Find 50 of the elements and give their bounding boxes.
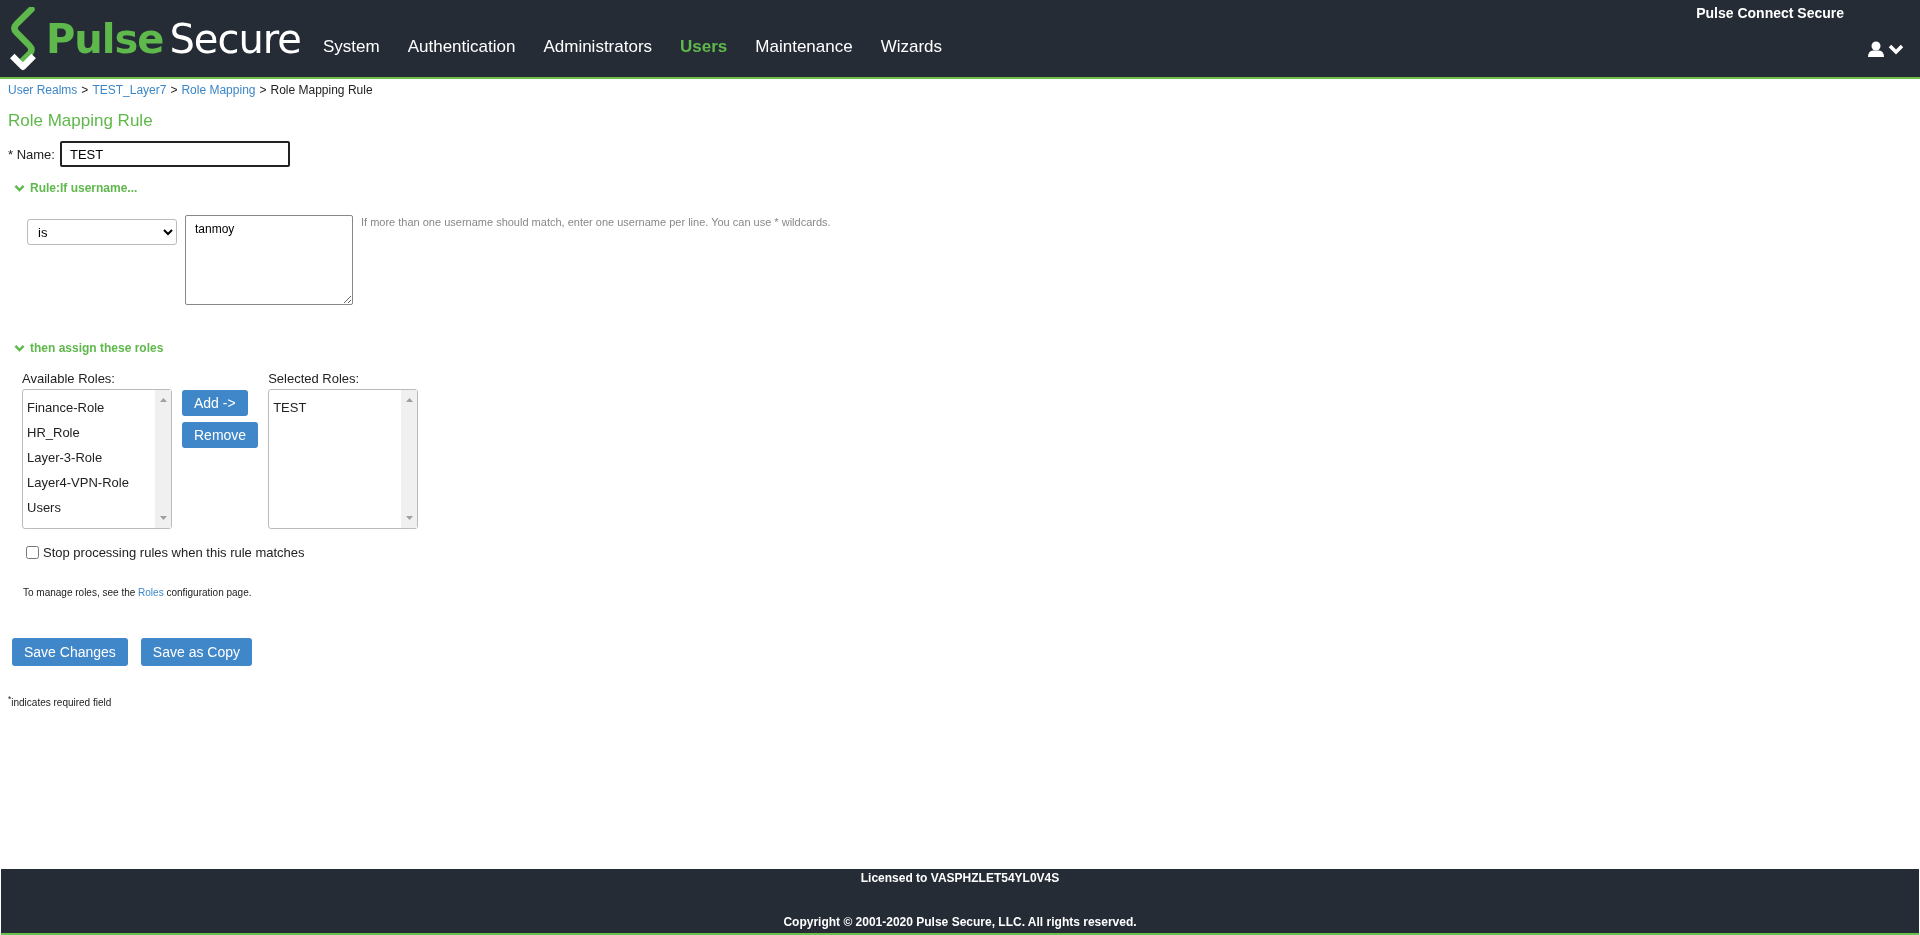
move-button[interactable]: Remove: [182, 422, 259, 448]
role-list[interactable]: TEST: [268, 389, 419, 529]
copyright-text: Copyright © 2001-2020 Pulse Secure, LLC. All rights reserved.: [783, 915, 1137, 929]
nav-tab[interactable]: Wizards: [880, 36, 943, 57]
hint-text: If more than one username should match, enter one username per line. You can use * wildcards.: [361, 216, 831, 228]
scroll-up-icon[interactable]: [158, 396, 168, 404]
field-label: * Name:: [8, 146, 55, 162]
scrollbar[interactable]: [401, 390, 418, 528]
name-field[interactable]: TEST: [59, 141, 290, 167]
page-title: Role Mapping Rule: [8, 111, 154, 131]
role-list[interactable]: Finance-Role HR_Role Layer-3-Role Layer4-VPN-Role Users: [22, 389, 172, 529]
scrollbar[interactable]: [155, 390, 171, 528]
breadcrumb-separator: >: [170, 83, 178, 97]
username-field[interactable]: tanmoy: [185, 215, 353, 305]
list-item[interactable]: Layer4-VPN-Role: [27, 470, 151, 495]
nav-tab[interactable]: Administrators: [543, 36, 653, 57]
scroll-down-icon[interactable]: [404, 514, 414, 522]
scroll-down-icon[interactable]: [158, 514, 168, 522]
list-item[interactable]: Layer-3-Role: [27, 445, 151, 470]
list-item[interactable]: TEST: [273, 395, 398, 420]
breadcrumb-current: Role Mapping Rule: [270, 83, 373, 97]
product-name: Pulse Connect Secure: [1696, 5, 1844, 21]
breadcrumb-separator: >: [81, 83, 89, 97]
nav-tab[interactable]: Authentication: [407, 36, 516, 57]
manage-note: To manage roles, see the Roles configuration page.: [23, 587, 253, 598]
nav-tab[interactable]: System: [323, 36, 380, 57]
nav-tab[interactable]: Users: [680, 36, 728, 57]
license-text: Licensed to VASPHZLET54YL0V4S: [860, 871, 1060, 885]
chevron-down-icon[interactable]: [1888, 42, 1904, 56]
list-label: Selected Roles:: [268, 371, 361, 386]
breadcrumb-link[interactable]: User Realms: [8, 83, 78, 97]
operator-dropdown[interactable]: is: [27, 219, 177, 245]
action-button[interactable]: Save Changes: [12, 638, 128, 666]
list-label: Available Roles:: [22, 371, 116, 386]
checkbox[interactable]: [26, 546, 39, 559]
user-icon[interactable]: [1868, 41, 1884, 57]
scroll-up-icon[interactable]: [404, 396, 414, 404]
nav-tab[interactable]: Maintenance: [755, 36, 853, 57]
required-note: $^{*}$indicates required field: [8, 694, 113, 709]
list-item[interactable]: Finance-Role: [27, 395, 151, 420]
action-button[interactable]: Save as Copy: [140, 638, 252, 666]
breadcrumb-separator: >: [259, 83, 267, 97]
list-item[interactable]: HR_Role: [27, 420, 151, 445]
logo-text: Pulse Secure: [46, 15, 301, 62]
list-item[interactable]: Users: [27, 495, 151, 520]
checkbox-label: Stop processing rules when this rule matches: [43, 545, 305, 560]
breadcrumb-link[interactable]: Role Mapping: [181, 83, 256, 97]
move-button[interactable]: Add ->: [182, 390, 248, 416]
breadcrumb-link[interactable]: TEST_Layer7: [92, 83, 167, 97]
roles-link[interactable]: Roles: [138, 587, 164, 598]
